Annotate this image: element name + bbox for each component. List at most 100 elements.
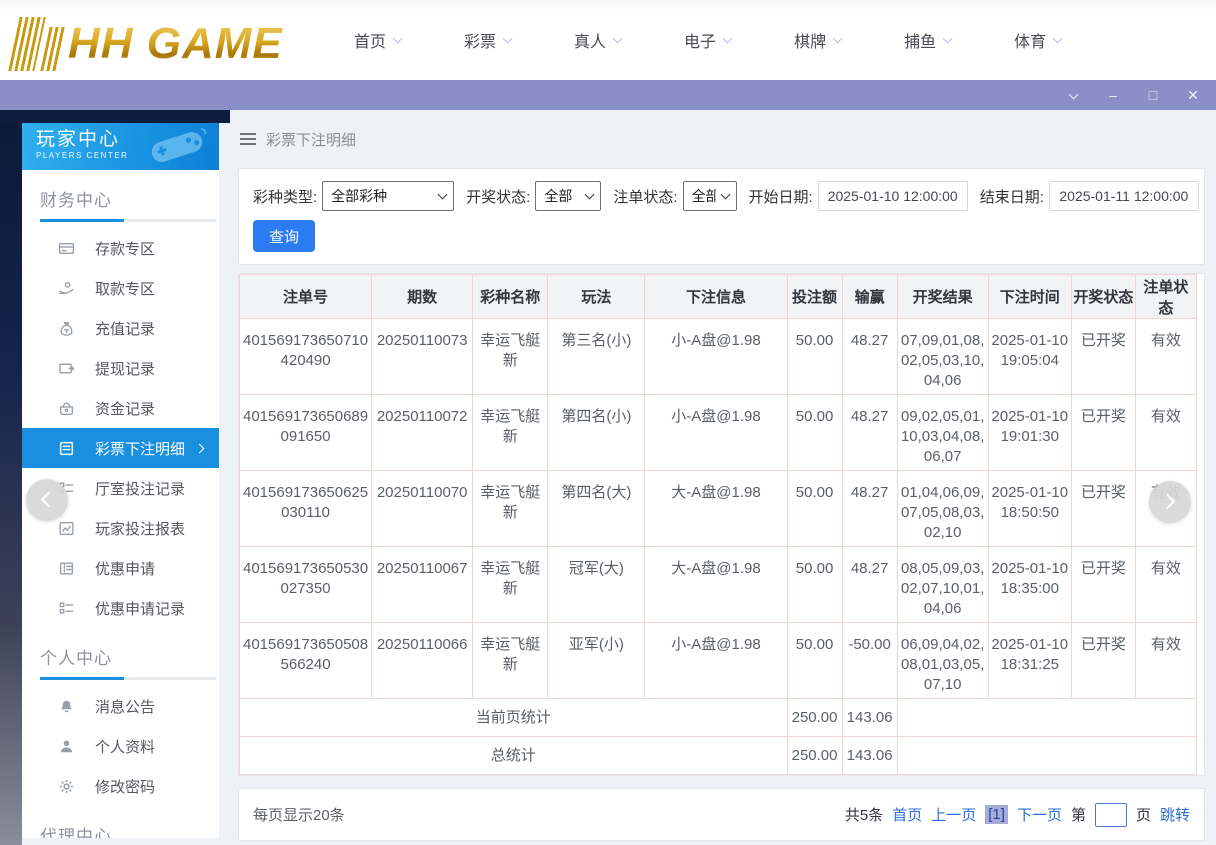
cell-lottery-name: 幸运飞艇新 <box>473 471 548 547</box>
logo-stripes-icon <box>40 27 67 71</box>
sidebar-item-withdrawal-records[interactable]: 提现记录 <box>22 348 219 388</box>
summary-winloss-total: 143.06 <box>842 737 897 775</box>
window-chevron-down-icon[interactable] <box>1060 84 1086 106</box>
main-nav: 首页 彩票 真人 电子 棋牌 捕鱼 体育 <box>354 28 1061 52</box>
col-header-order-status: 注单状态 <box>1135 275 1196 319</box>
summary-label: 总统计 <box>240 737 788 775</box>
nav-item-label: 首页 <box>354 28 386 52</box>
expand-panel-button[interactable] <box>1149 481 1191 523</box>
order-status-label: 注单状态: <box>613 186 677 207</box>
cell-bet-time: 2025-01-10 18:31:25 <box>988 623 1071 699</box>
window-maximize-icon[interactable]: □ <box>1140 84 1166 106</box>
sidebar-item-promo-apply[interactable]: 优惠申请 <box>22 548 219 588</box>
sidebar-item-fund-records[interactable]: 资金记录 <box>22 388 219 428</box>
sidebar-item-withdraw-zone[interactable]: 取款专区 <box>22 268 219 308</box>
col-header-bet-info: 下注信息 <box>645 275 787 319</box>
cell-play-type: 第三名(小) <box>548 319 645 395</box>
summary-label: 当前页统计 <box>240 699 788 737</box>
nav-item-label: 体育 <box>1014 28 1046 52</box>
logo-stripes-icon <box>8 17 45 71</box>
sidebar-item-label: 提现记录 <box>95 358 155 379</box>
cell-bet-amount: 50.00 <box>787 395 842 471</box>
cell-order-status: 有效 <box>1135 395 1196 471</box>
cell-win-loss: 48.27 <box>842 319 897 395</box>
sidebar-item-change-password[interactable]: 修改密码 <box>22 766 219 806</box>
sidebar-item-recharge-records[interactable]: 充值记录 <box>22 308 219 348</box>
sidebar-item-lottery-bet-details[interactable]: 彩票下注明细 <box>22 428 219 468</box>
lottery-type-select[interactable]: 全部彩种 <box>322 181 454 211</box>
logo-text: HH GAME <box>68 17 283 71</box>
chevron-down-icon <box>503 33 513 43</box>
collapse-sidebar-button[interactable] <box>26 479 68 521</box>
cell-order-no: 401569173650508566240 <box>240 623 372 699</box>
nav-item-fishing[interactable]: 捕鱼 <box>904 28 951 52</box>
chevron-down-icon <box>943 33 953 43</box>
person-icon <box>58 738 75 755</box>
sidebar-item-promo-apply-records[interactable]: 优惠申请记录 <box>22 588 219 628</box>
sidebar-item-message-announcements[interactable]: 消息公告 <box>22 686 219 726</box>
table-body: 40156917365071042049020250110073幸运飞艇新第三名… <box>240 319 1197 775</box>
cell-win-loss: -50.00 <box>842 623 897 699</box>
section-title-personal-center: 个人中心 <box>22 628 219 677</box>
app-area: 玩家中心 PLAYERS CENTER 财务中心存款专区取款专区充值记录提现记录… <box>0 110 1216 845</box>
nav-item-label: 彩票 <box>464 28 496 52</box>
cell-draw-result: 08,05,09,03,02,07,10,01,04,06 <box>897 547 988 623</box>
hamburger-menu-icon[interactable] <box>240 133 256 145</box>
chevron-down-icon <box>833 33 843 43</box>
nav-item-electronic[interactable]: 电子 <box>684 28 731 52</box>
jump-page-input[interactable] <box>1095 803 1127 827</box>
wallet-out-icon <box>58 360 75 377</box>
gamepad-icon <box>141 125 213 169</box>
nav-item-lottery[interactable]: 彩票 <box>464 28 511 52</box>
cell-bet-info: 大-A盘@1.98 <box>645 471 787 547</box>
prev-page-link[interactable]: 上一页 <box>931 804 976 825</box>
next-page-link[interactable]: 下一页 <box>1017 804 1062 825</box>
sidebar-item-label: 取款专区 <box>95 278 155 299</box>
cell-period: 20250110070 <box>372 471 473 547</box>
query-button[interactable]: 查询 <box>253 220 315 252</box>
section-title-finance-center: 财务中心 <box>22 170 219 219</box>
chevron-down-icon <box>613 33 623 43</box>
draw-status-select[interactable]: 全部 <box>535 181 601 211</box>
cell-period: 20250110066 <box>372 623 473 699</box>
nav-item-board-games[interactable]: 棋牌 <box>794 28 841 52</box>
page-title: 彩票下注明细 <box>266 129 356 150</box>
cell-period: 20250110067 <box>372 547 473 623</box>
sidebar-item-label: 消息公告 <box>95 696 155 717</box>
background-top-strip <box>0 110 230 123</box>
jump-button[interactable]: 跳转 <box>1160 804 1190 825</box>
cell-order-no: 401569173650710420490 <box>240 319 372 395</box>
end-date-input[interactable] <box>1049 181 1199 211</box>
nav-item-sports[interactable]: 体育 <box>1014 28 1061 52</box>
moneybag-icon <box>58 320 75 337</box>
draw-status-label: 开奖状态: <box>466 186 530 207</box>
cell-lottery-name: 幸运飞艇新 <box>473 623 548 699</box>
main-content: 彩票下注明细 彩种类型: 全部彩种 开奖状态: 全部 注单状态: 全部 开始日期… <box>230 110 1205 845</box>
jump-prefix-label: 第 <box>1071 804 1086 825</box>
end-date-label: 结束日期: <box>980 186 1044 207</box>
start-date-input[interactable] <box>818 181 968 211</box>
first-page-link[interactable]: 首页 <box>892 804 922 825</box>
cell-lottery-name: 幸运飞艇新 <box>473 319 548 395</box>
sidebar-item-label: 厅室投注记录 <box>95 478 185 499</box>
sidebar-item-label: 个人资料 <box>95 736 155 757</box>
sidebar-item-deposit-zone[interactable]: 存款专区 <box>22 228 219 268</box>
nav-item-live[interactable]: 真人 <box>574 28 621 52</box>
cell-bet-amount: 50.00 <box>787 623 842 699</box>
bet-details-table-panel: 注单号期数彩种名称玩法下注信息投注额输赢开奖结果下注时间开奖状态注单状态 401… <box>238 273 1205 776</box>
cell-win-loss: 48.27 <box>842 547 897 623</box>
cell-bet-time: 2025-01-10 18:50:50 <box>988 471 1071 547</box>
window-close-icon[interactable]: ✕ <box>1180 84 1206 106</box>
cell-order-no: 401569173650625030110 <box>240 471 372 547</box>
cell-draw-result: 06,09,04,02,08,01,03,05,07,10 <box>897 623 988 699</box>
nav-item-home[interactable]: 首页 <box>354 28 401 52</box>
section-divider <box>40 677 216 680</box>
col-header-period: 期数 <box>372 275 473 319</box>
window-minimize-icon[interactable]: – <box>1100 84 1126 106</box>
order-status-select[interactable]: 全部 <box>683 181 737 211</box>
chevron-left-icon <box>41 492 57 508</box>
lottery-type-label: 彩种类型: <box>253 186 317 207</box>
chevron-down-icon <box>723 33 733 43</box>
table-row: 40156917365062503011020250110070幸运飞艇新第四名… <box>240 471 1197 547</box>
sidebar-item-personal-profile[interactable]: 个人资料 <box>22 726 219 766</box>
